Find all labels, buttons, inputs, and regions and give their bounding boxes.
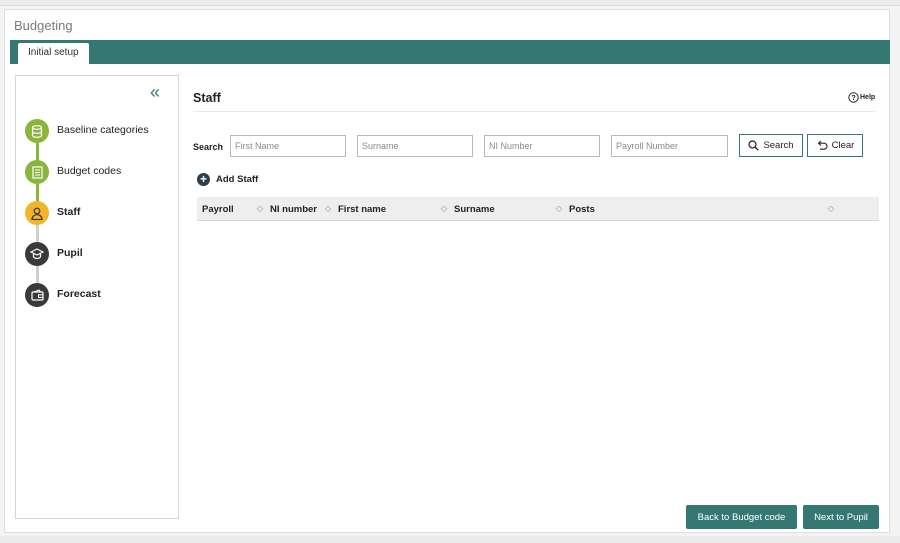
step-connector: [36, 266, 39, 284]
setup-steps-sidebar: « Baseline categories Budget codes Staff: [15, 75, 179, 519]
step-label: Forecast: [57, 288, 101, 300]
tab-bar: Initial setup: [10, 40, 890, 64]
add-staff-button[interactable]: + Add Staff: [197, 173, 258, 186]
next-to-pupil-button[interactable]: Next to Pupil: [803, 505, 879, 529]
plus-circle-icon: +: [197, 173, 210, 186]
search-button[interactable]: Search: [739, 134, 803, 157]
search-label: Search: [193, 142, 224, 152]
surname-input[interactable]: [357, 135, 473, 157]
search-icon: [748, 140, 760, 151]
step-label: Pupil: [57, 247, 83, 259]
column-header-posts[interactable]: Posts: [569, 204, 595, 215]
back-to-budget-code-button[interactable]: Back to Budget code: [686, 505, 797, 529]
sort-icon[interactable]: ◇: [828, 204, 834, 213]
help-icon: ?: [848, 92, 859, 103]
step-connector: [36, 225, 39, 243]
app-window: Budgeting Initial setup « Baseline categ…: [4, 9, 890, 533]
step-connector: [36, 184, 39, 202]
step-forecast[interactable]: Forecast: [25, 283, 175, 307]
step-label: Staff: [57, 206, 81, 218]
wallet-icon: [25, 283, 49, 307]
title-divider: [193, 111, 875, 112]
step-staff[interactable]: Staff: [25, 201, 175, 225]
document-icon: [25, 160, 49, 184]
top-strip: [0, 0, 900, 6]
sort-icon[interactable]: ◇: [556, 204, 562, 213]
clear-button-label: Clear: [831, 140, 855, 151]
step-label: Baseline categories: [57, 124, 149, 136]
step-pupil[interactable]: Pupil: [25, 242, 175, 266]
graduation-cap-icon: [25, 242, 49, 266]
add-staff-label: Add Staff: [216, 174, 259, 185]
column-header-first-name[interactable]: First name: [338, 204, 386, 215]
step-baseline-categories[interactable]: Baseline categories: [25, 119, 175, 143]
step-label: Budget codes: [57, 165, 122, 177]
ni-number-input[interactable]: [484, 135, 600, 157]
svg-text:?: ?: [851, 93, 856, 102]
step-connector: [36, 143, 39, 161]
help-label: Help: [860, 94, 876, 101]
column-header-payroll[interactable]: Payroll: [202, 204, 234, 215]
sort-icon[interactable]: ◇: [441, 204, 447, 213]
page-title: Staff: [193, 91, 221, 105]
first-name-input[interactable]: [230, 135, 346, 157]
sort-icon[interactable]: ◇: [257, 204, 263, 213]
column-header-ni-number[interactable]: NI number: [270, 204, 317, 215]
bottom-strip: [0, 536, 900, 543]
step-budget-codes[interactable]: Budget codes: [25, 160, 175, 184]
column-header-surname[interactable]: Surname: [454, 204, 495, 215]
staff-table-header: Payroll ◇ NI number ◇ First name ◇ Surna…: [197, 197, 879, 221]
clear-button[interactable]: Clear: [807, 134, 863, 157]
search-button-label: Search: [763, 140, 794, 151]
help-link[interactable]: ? Help: [848, 92, 875, 103]
database-icon: [25, 119, 49, 143]
tab-initial-setup[interactable]: Initial setup: [18, 43, 89, 64]
payroll-number-input[interactable]: [611, 135, 728, 157]
double-chevron-left-icon[interactable]: «: [150, 83, 160, 101]
undo-icon: [817, 140, 828, 150]
app-title: Budgeting: [14, 18, 73, 33]
person-icon: [25, 201, 49, 225]
sort-icon[interactable]: ◇: [325, 204, 331, 213]
